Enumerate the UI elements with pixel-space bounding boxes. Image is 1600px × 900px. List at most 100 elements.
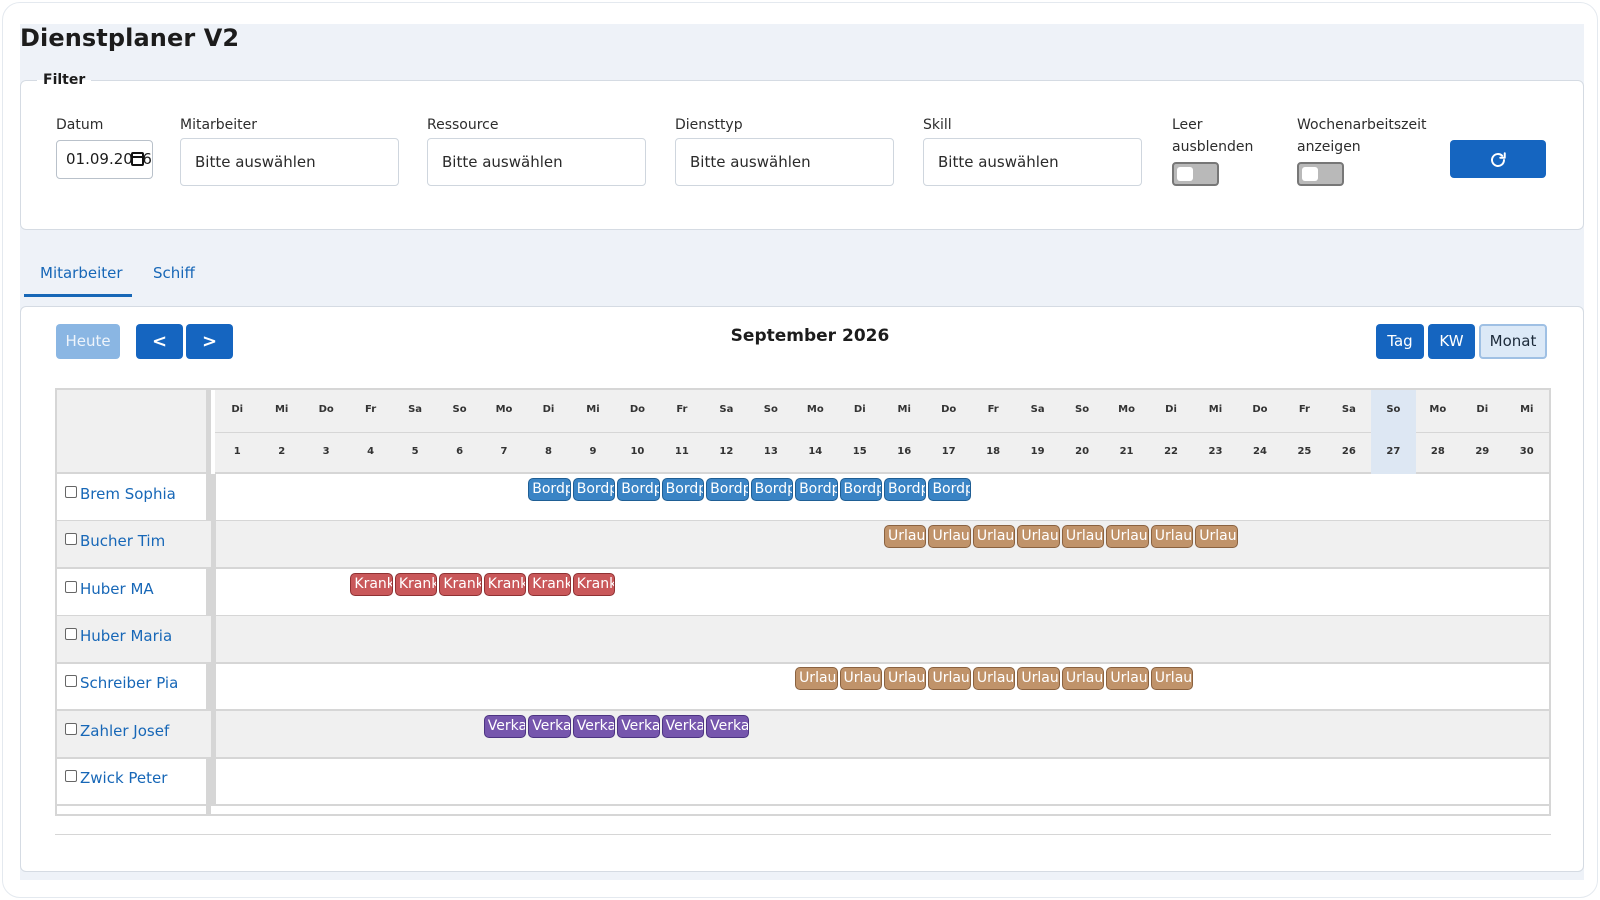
mitarbeiter-select[interactable]: Bitte auswählen — [180, 138, 399, 186]
view-kw-button[interactable]: KW — [1428, 324, 1475, 359]
shift-event[interactable]: Verka — [617, 714, 660, 738]
day-number-label[interactable]: 13 — [749, 446, 793, 457]
leer-ausblenden-toggle[interactable] — [1172, 162, 1219, 186]
shift-event[interactable]: Bordp — [795, 478, 838, 501]
day-number-label[interactable]: 12 — [704, 446, 748, 457]
day-number-label[interactable]: 2 — [259, 446, 303, 457]
shift-event[interactable]: Urlau — [1150, 667, 1194, 691]
shift-event[interactable]: Krank — [528, 572, 571, 596]
day-number-label[interactable]: 26 — [1327, 446, 1371, 457]
datum-input[interactable]: 01.09.2026 — [56, 140, 153, 179]
row-checkbox[interactable] — [65, 533, 77, 546]
day-number-label[interactable]: 28 — [1416, 446, 1460, 457]
day-number-label[interactable]: 15 — [838, 446, 882, 457]
ressource-select[interactable]: Bitte auswählen — [427, 138, 646, 186]
view-monat-button[interactable]: Monat — [1479, 324, 1547, 359]
diensttyp-select[interactable]: Bitte auswählen — [675, 138, 894, 186]
shift-event[interactable]: Verka — [483, 714, 527, 738]
shift-event[interactable]: Urlau — [1150, 525, 1194, 549]
shift-event[interactable]: Urlau — [1106, 667, 1149, 691]
row-checkbox[interactable] — [65, 675, 77, 688]
day-number-label[interactable]: 4 — [348, 446, 392, 457]
today-button[interactable]: Heute — [56, 324, 120, 359]
schedule-area[interactable] — [211, 615, 1549, 664]
prev-button[interactable]: < — [136, 324, 183, 359]
day-number-label[interactable]: 3 — [304, 446, 348, 457]
shift-event[interactable]: Urlau — [1106, 525, 1149, 549]
day-number-label[interactable]: 23 — [1193, 446, 1237, 457]
shift-event[interactable]: Krank — [439, 572, 482, 596]
wochenarbeitszeit-toggle[interactable] — [1297, 162, 1344, 186]
day-number-label[interactable]: 8 — [526, 446, 570, 457]
schedule-area[interactable]: Urlau Urlau Urlau Urlau Urlau Urlau Urlau Urlau… — [211, 663, 1549, 712]
day-number-label[interactable]: 27 — [1371, 446, 1415, 457]
day-number-label[interactable]: 20 — [1060, 446, 1104, 457]
day-number-label[interactable]: 9 — [571, 446, 615, 457]
resource-name[interactable]: Zahler Josef — [80, 722, 169, 740]
schedule-area[interactable]: Urlau Urlau Urlau Urlau Urlau Urlau Urlau Urlau — [211, 521, 1549, 570]
skill-select[interactable]: Bitte auswählen — [923, 138, 1142, 186]
resource-label[interactable]: Schreiber Pia — [65, 674, 178, 692]
shift-event[interactable]: Bordp — [928, 478, 971, 501]
day-number-label[interactable]: 14 — [793, 446, 837, 457]
shift-event[interactable]: Krank — [350, 572, 393, 596]
shift-event[interactable]: Bordp — [617, 478, 660, 501]
shift-event[interactable]: Urlau — [795, 667, 838, 691]
shift-event[interactable]: Verka — [572, 714, 616, 738]
resource-label[interactable]: Bucher Tim — [65, 532, 165, 550]
shift-event[interactable]: Urlau — [884, 667, 927, 691]
shift-event[interactable]: Urlau — [972, 667, 1016, 691]
day-number-label[interactable]: 18 — [971, 446, 1015, 457]
schedule-area[interactable]: Krank Krank Krank Krank Krank Krank — [211, 568, 1549, 617]
resource-label[interactable]: Huber Maria — [65, 627, 172, 645]
day-number-label[interactable]: 11 — [660, 446, 704, 457]
row-checkbox[interactable] — [65, 769, 77, 782]
day-number-label[interactable]: 21 — [1104, 446, 1148, 457]
shift-event[interactable]: Urlau — [928, 525, 971, 549]
shift-event[interactable]: Urlau — [1061, 667, 1105, 691]
shift-event[interactable]: Urlau — [839, 667, 882, 691]
day-number-label[interactable]: 1 — [215, 446, 259, 457]
day-number-label[interactable]: 17 — [926, 446, 970, 457]
shift-event[interactable]: Bordp — [706, 478, 749, 501]
row-checkbox[interactable] — [65, 486, 77, 498]
resource-label[interactable]: Zwick Peter — [65, 769, 167, 787]
day-number-label[interactable]: 29 — [1460, 446, 1504, 457]
shift-event[interactable]: Urlau — [1061, 525, 1105, 549]
shift-event[interactable]: Urlau — [1017, 525, 1060, 549]
resource-name[interactable]: Zwick Peter — [80, 769, 167, 787]
resource-name[interactable]: Huber MA — [80, 580, 154, 598]
row-checkbox[interactable] — [65, 627, 77, 640]
row-checkbox[interactable] — [65, 722, 77, 735]
resource-name[interactable]: Brem Sophia — [80, 485, 176, 503]
shift-event[interactable]: Krank — [394, 572, 438, 596]
row-checkbox[interactable] — [65, 580, 77, 593]
resource-name[interactable]: Bucher Tim — [80, 532, 165, 550]
resource-name[interactable]: Schreiber Pia — [80, 674, 178, 692]
day-number-label[interactable]: 30 — [1505, 446, 1549, 457]
shift-event[interactable]: Verka — [706, 714, 749, 738]
shift-event[interactable]: Urlau — [972, 525, 1016, 549]
shift-event[interactable]: Bordp — [528, 478, 571, 501]
shift-event[interactable]: Urlau — [884, 525, 927, 549]
shift-event[interactable]: Bordp — [661, 478, 705, 501]
resource-label[interactable]: Brem Sophia — [65, 485, 176, 503]
view-tag-button[interactable]: Tag — [1376, 324, 1424, 359]
shift-event[interactable]: Verka — [661, 714, 705, 738]
day-number-label[interactable]: 22 — [1149, 446, 1193, 457]
day-number-label[interactable]: 6 — [437, 446, 481, 457]
next-button[interactable]: > — [186, 324, 233, 359]
calendar-icon[interactable] — [131, 152, 144, 166]
day-number-label[interactable]: 16 — [882, 446, 926, 457]
day-number-label[interactable]: 5 — [393, 446, 437, 457]
shift-event[interactable]: Urlau — [1017, 667, 1060, 691]
tab-mitarbeiter[interactable]: Mitarbeiter — [40, 264, 123, 282]
shift-event[interactable]: Krank — [572, 572, 616, 596]
day-number-label[interactable]: 19 — [1015, 446, 1059, 457]
resource-name[interactable]: Huber Maria — [80, 627, 172, 645]
day-number-label[interactable]: 10 — [615, 446, 659, 457]
schedule-area[interactable]: Bordp Bordp Bordp Bordp Bordp Bordp Bordp Bordp… — [211, 474, 1549, 522]
shift-event[interactable]: Bordp — [750, 478, 794, 501]
day-number-label[interactable]: 7 — [482, 446, 526, 457]
shift-event[interactable]: Krank — [483, 572, 527, 596]
